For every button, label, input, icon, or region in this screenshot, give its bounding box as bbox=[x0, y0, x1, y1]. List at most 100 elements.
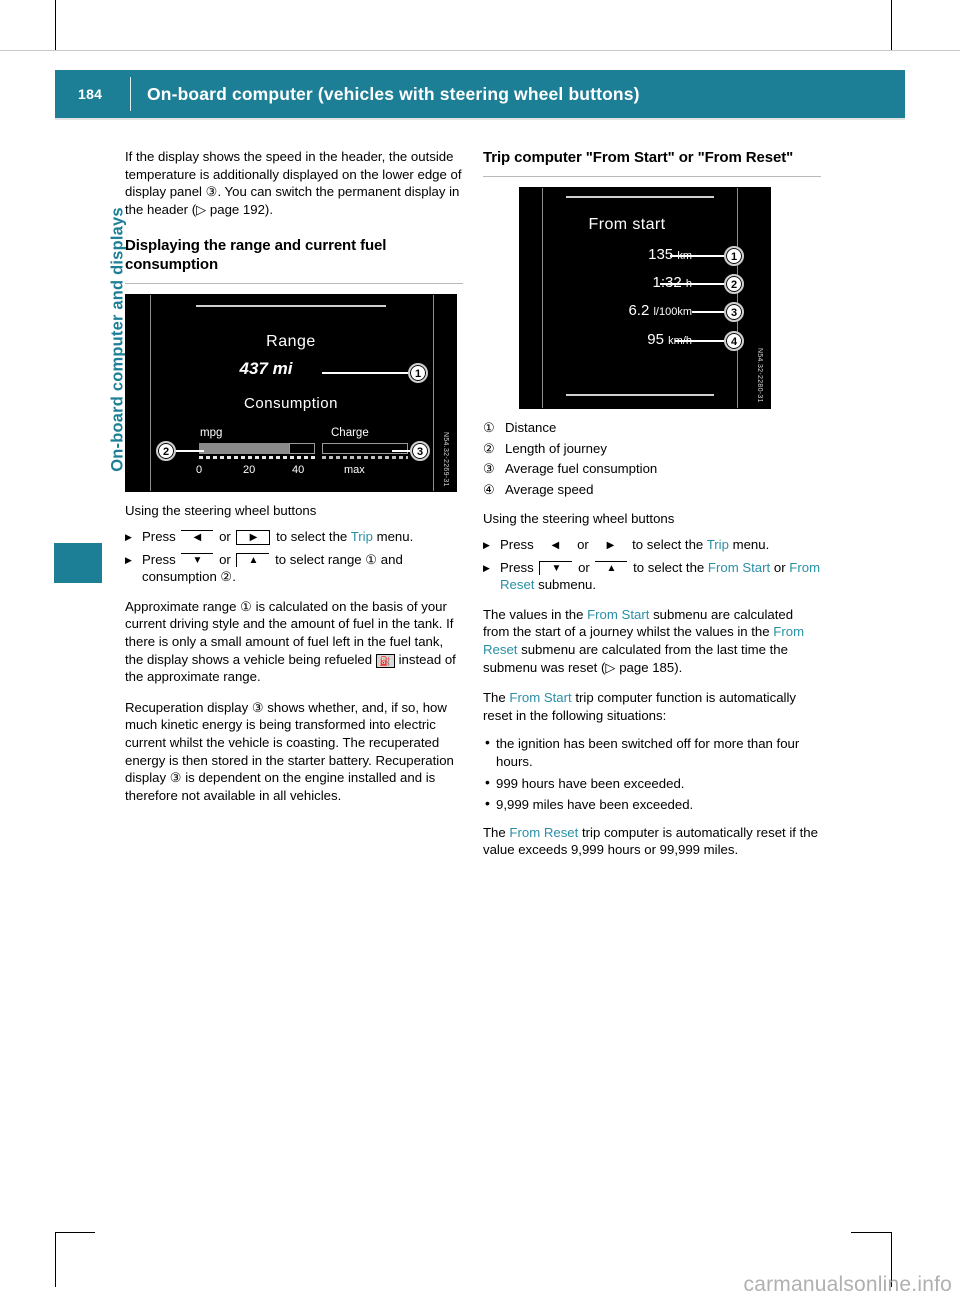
step-verb: Press bbox=[142, 528, 176, 544]
legend-number: ② bbox=[483, 440, 495, 456]
reset-condition-item: the ignition has been switched off for m… bbox=[483, 734, 821, 770]
display2-rail-top bbox=[566, 196, 714, 198]
key-down-icon[interactable]: ▼ bbox=[181, 552, 214, 567]
leader-line-2 bbox=[174, 450, 204, 452]
key-up-icon[interactable]: ▲ bbox=[236, 552, 270, 567]
instrument-display-range: Range 437 mi Consumption mpg Charge 0 20… bbox=[125, 294, 457, 493]
key-left-icon[interactable]: ◀ bbox=[539, 539, 571, 552]
final-link-from-reset[interactable]: From Reset bbox=[509, 825, 578, 840]
key-left-icon[interactable]: ◀ bbox=[181, 529, 214, 544]
right-steps-list: Press ◀ or ▶ to select the Trip menu. Pr… bbox=[483, 536, 821, 594]
consumption-value: 6.2 bbox=[628, 302, 650, 319]
display-label-mpg: mpg bbox=[200, 427, 223, 440]
step-verb: Press bbox=[500, 559, 534, 575]
heading-rule-right bbox=[483, 176, 821, 177]
range-display-figure: Range 437 mi Consumption mpg Charge 0 20… bbox=[125, 294, 463, 493]
page-title: On-board computer (vehicles with steerin… bbox=[147, 83, 640, 104]
display2-rail-bottom bbox=[566, 394, 714, 396]
figure-legend: ① Distance ② Length of journey ③ Average… bbox=[483, 419, 821, 498]
step-select-trip-menu: Press ◀ or ▶ to select the Trip menu. bbox=[125, 528, 463, 546]
display-label-consumption: Consumption bbox=[244, 395, 338, 413]
step-conjunction: or bbox=[219, 528, 231, 544]
paragraph-approximate-range: Approximate range ① is calculated on the… bbox=[125, 598, 463, 686]
step-conjunction: or bbox=[219, 551, 231, 567]
paragraph-recuperation: Recuperation display ③ shows whether, an… bbox=[125, 699, 454, 803]
scale-tick-0: 0 bbox=[196, 464, 203, 477]
reset-condition-item: 999 hours have been exceeded. bbox=[483, 774, 821, 793]
reset-conditions-list: the ignition has been switched off for m… bbox=[483, 734, 821, 813]
legend-text: Average speed bbox=[505, 481, 594, 497]
step-conjunction-2: or bbox=[773, 559, 786, 575]
values-text-a: The values in the bbox=[483, 606, 584, 622]
callout-r1: 1 bbox=[724, 246, 744, 266]
key-right-icon[interactable]: ▶ bbox=[236, 529, 271, 545]
paragraph-reset-lead: The From Start trip computer function is… bbox=[483, 689, 821, 724]
legend-number: ④ bbox=[483, 481, 495, 497]
scale-tick-40: 40 bbox=[292, 464, 305, 477]
instrument-display-from-start: From start 135 km 1:32 h 6.2 l/100km 95 … bbox=[519, 187, 771, 409]
step-conjunction: or bbox=[577, 536, 589, 552]
consumption-scale-dashes bbox=[199, 456, 315, 460]
reset-lead-link[interactable]: From Start bbox=[509, 690, 571, 705]
legend-number: ③ bbox=[483, 461, 495, 477]
heading-rule bbox=[125, 283, 463, 285]
legend-item: ④ Average speed bbox=[483, 481, 821, 499]
step-text-end: menu. bbox=[732, 536, 770, 552]
crop-mark-bottom-right-h bbox=[851, 1232, 891, 1233]
scale-tick-20: 20 bbox=[243, 464, 256, 477]
figure-code-right: N54.32-2280-31 bbox=[756, 348, 763, 403]
page-top-rule bbox=[0, 50, 960, 51]
display-label-from-start: From start bbox=[588, 216, 666, 233]
consumption-unit: l/100km bbox=[653, 306, 692, 318]
chapter-tab-marker bbox=[54, 543, 102, 583]
key-up-icon[interactable]: ▲ bbox=[595, 560, 628, 575]
step-link-trip[interactable]: Trip bbox=[707, 537, 729, 552]
legend-item: ③ Average fuel consumption bbox=[483, 460, 821, 478]
values-link-from-start[interactable]: From Start bbox=[587, 607, 649, 622]
legend-text: Average fuel consumption bbox=[505, 461, 658, 477]
step-select-range-consumption: Press ▼ or ▲ to select range ① and consu… bbox=[125, 551, 463, 586]
scale-tick-max: max bbox=[344, 464, 365, 477]
callout-1: 1 bbox=[408, 363, 428, 384]
recuperation-scale-dashes bbox=[322, 456, 408, 460]
speed-value: 95 bbox=[647, 331, 664, 348]
heading-displaying-range: Displaying the range and current fuel co… bbox=[125, 237, 387, 274]
display-value-range: 437 mi bbox=[239, 359, 293, 379]
legend-text: Distance bbox=[505, 420, 557, 435]
display-rail-top bbox=[196, 305, 386, 308]
crop-mark-bottom-left bbox=[55, 1232, 56, 1287]
step-verb: Press bbox=[500, 536, 534, 552]
page-number: 184 bbox=[78, 86, 103, 102]
from-start-figure: From start 135 km 1:32 h 6.2 l/100km 95 … bbox=[483, 187, 821, 409]
display-rail-right bbox=[433, 295, 434, 492]
left-steps-list: Press ◀ or ▶ to select the Trip menu. Pr… bbox=[125, 528, 463, 586]
leader-line-r2 bbox=[660, 283, 732, 285]
key-down-icon[interactable]: ▼ bbox=[539, 560, 573, 575]
step-text-end: submenu. bbox=[538, 577, 597, 593]
step-link-trip[interactable]: Trip bbox=[351, 529, 373, 544]
callout-2: 2 bbox=[156, 441, 176, 462]
crop-mark-top-left bbox=[55, 0, 56, 50]
step-verb: Press bbox=[142, 551, 176, 567]
heading-trip-computer: Trip computer "From Start" or "From Rese… bbox=[483, 149, 794, 166]
page-header: 184 On-board computer (vehicles with ste… bbox=[55, 70, 905, 118]
consumption-bar-empty bbox=[289, 443, 315, 455]
display-row-avg-consumption: 6.2 l/100km bbox=[628, 302, 692, 322]
step-select-submenu: Press ▼ or ▲ to select the From Start or… bbox=[483, 559, 821, 594]
callout-3: 3 bbox=[410, 441, 430, 462]
key-right-icon[interactable]: ▶ bbox=[594, 539, 626, 552]
display-label-charge: Charge bbox=[331, 427, 369, 440]
right-steering-heading: Using the steering wheel buttons bbox=[483, 511, 675, 527]
leader-line-r1 bbox=[670, 255, 732, 257]
callout-r4: 4 bbox=[724, 331, 744, 351]
step-link-from-start[interactable]: From Start bbox=[708, 560, 770, 575]
intro-paragraph: If the display shows the speed in the he… bbox=[125, 149, 462, 217]
crop-mark-top-right bbox=[891, 0, 892, 50]
consumption-bar-filled bbox=[199, 443, 289, 455]
figure-code-left: N54.32-2269-31 bbox=[442, 431, 449, 487]
final-text-a: The bbox=[483, 824, 506, 840]
values-text-c: submenu are calculated from the last tim… bbox=[483, 641, 788, 675]
leader-line-1 bbox=[322, 372, 410, 374]
legend-item: ① Distance bbox=[483, 419, 821, 437]
legend-text: Length of journey bbox=[505, 440, 607, 456]
